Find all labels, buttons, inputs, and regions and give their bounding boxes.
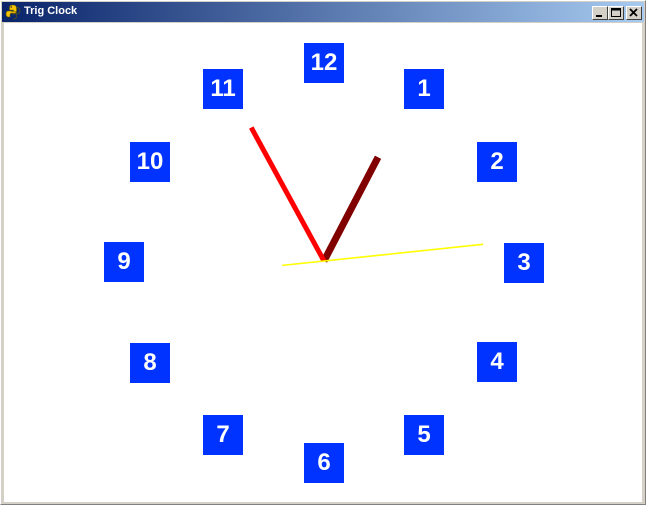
maximize-button[interactable] bbox=[608, 6, 624, 20]
window-title: Trig Clock bbox=[24, 5, 78, 17]
hour-hand bbox=[320, 155, 382, 263]
minute-hand bbox=[249, 126, 327, 263]
close-icon bbox=[629, 8, 638, 17]
second-hand bbox=[282, 243, 484, 267]
clock-hands bbox=[249, 126, 484, 267]
close-button[interactable] bbox=[626, 6, 642, 20]
minimize-button[interactable] bbox=[592, 6, 608, 20]
python-icon[interactable] bbox=[5, 4, 21, 20]
maximize-icon bbox=[611, 8, 621, 17]
title-bar[interactable]: Trig Clock bbox=[2, 2, 644, 22]
app-window: Trig Clock 12 1 2 3 4 5 6 7 8 9 10 11 bbox=[0, 0, 646, 505]
minimize-icon bbox=[596, 15, 602, 17]
clock-canvas: 12 1 2 3 4 5 6 7 8 9 10 11 bbox=[4, 23, 642, 502]
